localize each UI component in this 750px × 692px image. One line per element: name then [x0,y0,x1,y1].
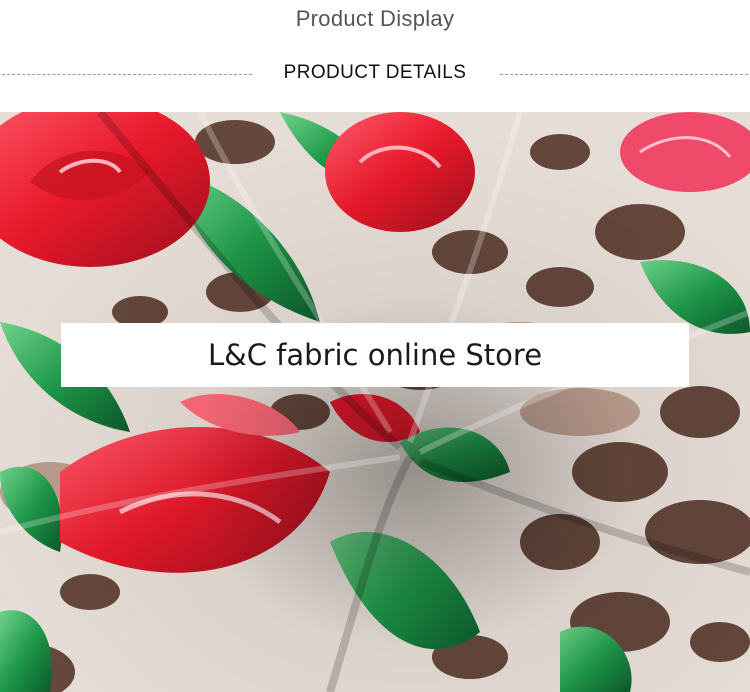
page-title: Product Display [295,6,455,31]
page-header: Product Display PRODUCT DETAILS [0,0,750,112]
section-title: PRODUCT DETAILS [283,62,467,83]
store-name: L&C fabric online Store [207,338,543,372]
divider-right [500,74,748,75]
section-header: PRODUCT DETAILS [0,58,750,90]
product-photo [0,112,750,692]
store-banner: L&C fabric online Store [61,323,689,387]
fabric-illustration [0,112,750,692]
